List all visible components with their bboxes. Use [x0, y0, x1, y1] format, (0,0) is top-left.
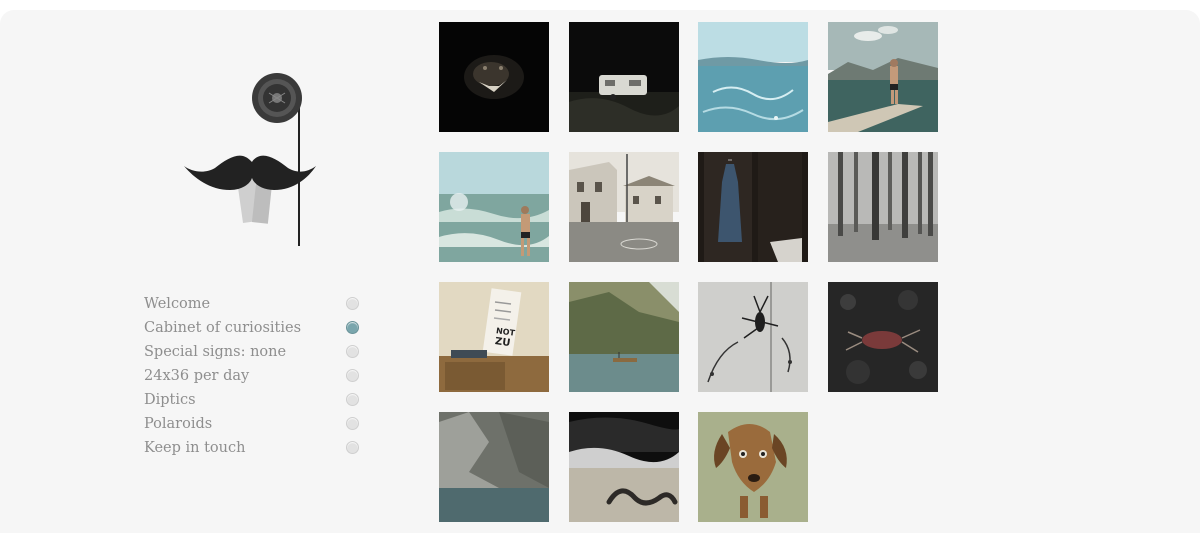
- menu-item-special-signs[interactable]: Special signs: none: [144, 342, 364, 366]
- village-street-photo: [569, 152, 679, 262]
- dead-bird-ground-photo: [828, 282, 938, 392]
- menu-item-welcome[interactable]: Welcome: [144, 294, 364, 318]
- thumbnail-caravan[interactable]: [569, 22, 679, 132]
- menu-item-label: Cabinet of curiosities: [144, 320, 302, 336]
- thumbnail-wardrobe[interactable]: [698, 152, 808, 262]
- thumbnail-sea[interactable]: [698, 22, 808, 132]
- menu-item-label: Welcome: [144, 296, 211, 312]
- caravan-at-night-photo: [569, 22, 679, 132]
- thumbnail-village[interactable]: [569, 152, 679, 262]
- menu-item-label: Polaroids: [144, 416, 213, 432]
- photo-gallery: NOT ZU: [439, 22, 939, 534]
- thumbnail-eye-chart[interactable]: NOT ZU: [439, 282, 549, 392]
- menu-indicator-dot: [346, 393, 359, 406]
- menu-item-polaroids[interactable]: Polaroids: [144, 414, 364, 438]
- page-background: Welcome Cabinet of curiosities Special s…: [0, 10, 1200, 533]
- insect-on-wall-photo: [698, 282, 808, 392]
- site-logo[interactable]: [180, 68, 320, 253]
- menu-item-label: Diptics: [144, 392, 196, 408]
- menu-item-diptics[interactable]: Diptics: [144, 390, 364, 414]
- octopus-tentacle-beach-photo: [569, 412, 679, 522]
- eye-chart-desk-photo: NOT ZU: [439, 282, 549, 392]
- menu-item-label: Keep in touch: [144, 440, 246, 456]
- menu-item-cabinet-of-curiosities[interactable]: Cabinet of curiosities: [144, 318, 364, 342]
- thumbnail-octopus[interactable]: [569, 412, 679, 522]
- thumbnail-mountain-lake[interactable]: [569, 282, 679, 392]
- thumbnail-rock-cliff[interactable]: [439, 412, 549, 522]
- thumbnail-swimmer[interactable]: [439, 152, 549, 262]
- menu-indicator-dot: [346, 369, 359, 382]
- main-menu: Welcome Cabinet of curiosities Special s…: [144, 294, 364, 462]
- thumbnail-pier-man[interactable]: [828, 22, 938, 132]
- swimmer-in-sea-photo: [439, 152, 549, 262]
- thumbnail-dead-bird[interactable]: [828, 282, 938, 392]
- rock-cliff-water-photo: [439, 412, 549, 522]
- dachshund-dog-photo: [698, 412, 808, 522]
- bare-forest-photo: [828, 152, 938, 262]
- man-on-pier-photo: [828, 22, 938, 132]
- mountain-lake-boat-photo: [569, 282, 679, 392]
- thumbnail-forest[interactable]: [828, 152, 938, 262]
- menu-item-24x36-per-day[interactable]: 24x36 per day: [144, 366, 364, 390]
- menu-indicator-dot: [346, 345, 359, 358]
- menu-indicator-dot: [346, 297, 359, 310]
- menu-indicator-dot-active: [346, 321, 359, 334]
- dark-animal-snarl-photo: [439, 22, 549, 132]
- mustache-monocle-icon: [184, 73, 316, 246]
- eye-chart-line-2: ZU: [494, 336, 511, 349]
- thumbnail-insect[interactable]: [698, 282, 808, 392]
- dress-in-wardrobe-photo: [698, 152, 808, 262]
- menu-indicator-dot: [346, 417, 359, 430]
- thumbnail-dachshund[interactable]: [698, 412, 808, 522]
- menu-indicator-dot: [346, 441, 359, 454]
- menu-item-label: Special signs: none: [144, 344, 287, 360]
- menu-item-keep-in-touch[interactable]: Keep in touch: [144, 438, 364, 462]
- menu-item-label: 24x36 per day: [144, 368, 250, 384]
- thumbnail-dark-animal[interactable]: [439, 22, 549, 132]
- blue-sea-waves-photo: [698, 22, 808, 132]
